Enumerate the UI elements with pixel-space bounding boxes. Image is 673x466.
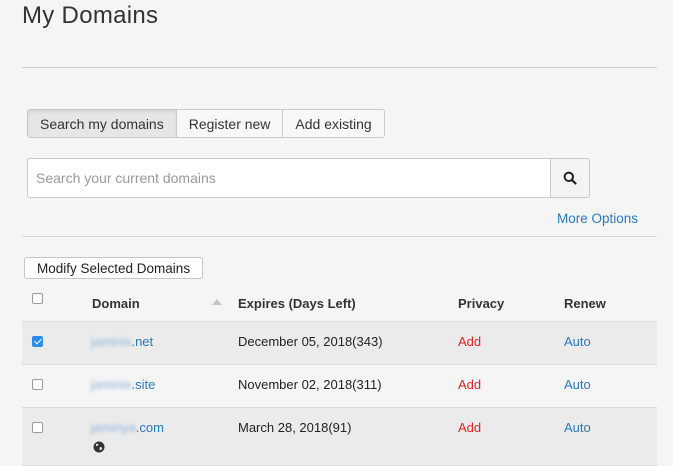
search-icon [563, 171, 577, 185]
domain-link[interactable]: jaminix.site [91, 377, 155, 392]
select-all-checkbox[interactable] [32, 293, 43, 304]
domain-extension: .site [131, 377, 156, 392]
table-header: Domain Expires (Days Left) Privacy Renew [22, 288, 657, 320]
tab-search-my-domains[interactable]: Search my domains [27, 109, 177, 138]
search-button[interactable] [550, 158, 590, 198]
domain-table: jaminix.net December 05, 2018(343) Add A… [22, 321, 657, 466]
more-options-link[interactable]: More Options [557, 211, 638, 226]
domain-tabs: Search my domains Register new Add exist… [27, 109, 385, 138]
domain-extension: .com [135, 420, 164, 435]
page-title: My Domains [22, 2, 159, 29]
domain-search [27, 158, 590, 198]
renew-auto-link[interactable]: Auto [564, 334, 591, 349]
column-privacy: Privacy [458, 296, 505, 311]
column-renew: Renew [564, 296, 606, 311]
expires-date: December 05, 2018(343) [238, 334, 383, 349]
row-checkbox[interactable] [32, 422, 43, 433]
tab-register-new[interactable]: Register new [176, 109, 284, 138]
divider [22, 67, 657, 68]
renew-auto-link[interactable]: Auto [564, 377, 591, 392]
row-checkbox[interactable] [32, 336, 43, 347]
table-row: jaminya.com March 28, 2018(91) Add Auto [22, 408, 657, 466]
table-row: jaminix.net December 05, 2018(343) Add A… [22, 322, 657, 365]
domain-name-blurred: jaminix [91, 377, 132, 392]
expires-date: November 02, 2018(311) [238, 377, 382, 392]
table-row: jaminix.site November 02, 2018(311) Add … [22, 365, 657, 408]
domain-name-blurred: jaminya [91, 420, 136, 435]
domain-name-blurred: jaminix [91, 334, 132, 349]
privacy-add-link[interactable]: Add [458, 377, 481, 392]
domain-link[interactable]: jaminya.com [91, 420, 164, 435]
domain-link[interactable]: jaminix.net [91, 334, 153, 349]
sort-up-icon[interactable] [212, 299, 222, 305]
modify-selected-domains-button[interactable]: Modify Selected Domains [24, 257, 204, 279]
expires-date: March 28, 2018(91) [238, 420, 352, 435]
column-domain[interactable]: Domain [92, 296, 140, 311]
divider [22, 236, 657, 237]
row-checkbox[interactable] [32, 379, 43, 390]
tab-add-existing[interactable]: Add existing [283, 109, 385, 138]
search-input[interactable] [27, 158, 550, 198]
column-expires[interactable]: Expires (Days Left) [238, 296, 356, 311]
domain-extension: .net [131, 334, 154, 349]
renew-auto-link[interactable]: Auto [564, 420, 591, 435]
privacy-add-link[interactable]: Add [458, 334, 481, 349]
globe-icon [93, 441, 105, 453]
privacy-add-link[interactable]: Add [458, 420, 481, 435]
